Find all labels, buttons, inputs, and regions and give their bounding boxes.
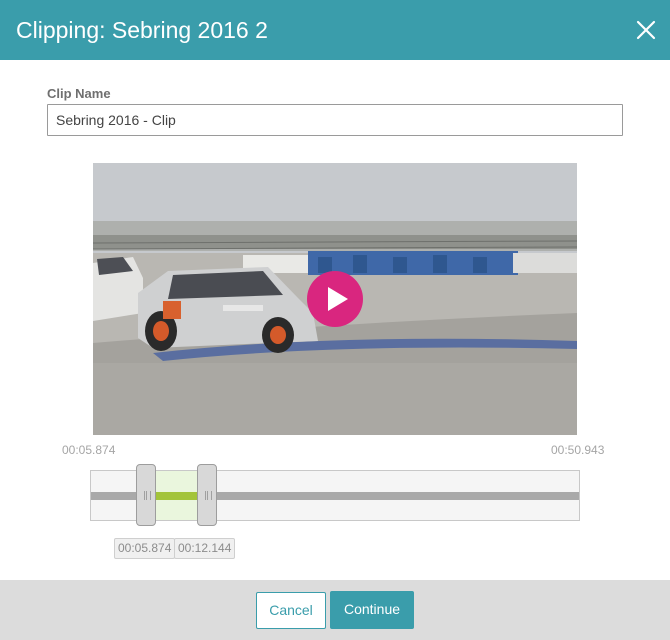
grip-icon bbox=[144, 491, 151, 500]
clip-start-handle[interactable] bbox=[136, 464, 156, 526]
clip-end-handle[interactable] bbox=[197, 464, 217, 526]
modal-title: Clipping: Sebring 2016 2 bbox=[16, 17, 268, 43]
timeline-end-time: 00:50.943 bbox=[551, 443, 605, 457]
cancel-button[interactable]: Cancel bbox=[256, 592, 326, 629]
clip-name-label: Clip Name bbox=[47, 86, 111, 101]
close-icon[interactable] bbox=[632, 16, 660, 44]
clip-name-input[interactable] bbox=[47, 104, 623, 136]
play-button[interactable] bbox=[307, 271, 363, 327]
modal-header: Clipping: Sebring 2016 2 bbox=[0, 0, 670, 60]
clip-end-time: 00:12.144 bbox=[174, 538, 236, 559]
grip-icon bbox=[205, 491, 212, 500]
continue-button[interactable]: Continue bbox=[330, 591, 414, 629]
timeline-start-time: 00:05.874 bbox=[62, 443, 116, 457]
play-icon bbox=[328, 287, 348, 311]
clip-start-time: 00:05.874 bbox=[114, 538, 176, 559]
clip-selection-bar bbox=[156, 492, 198, 500]
